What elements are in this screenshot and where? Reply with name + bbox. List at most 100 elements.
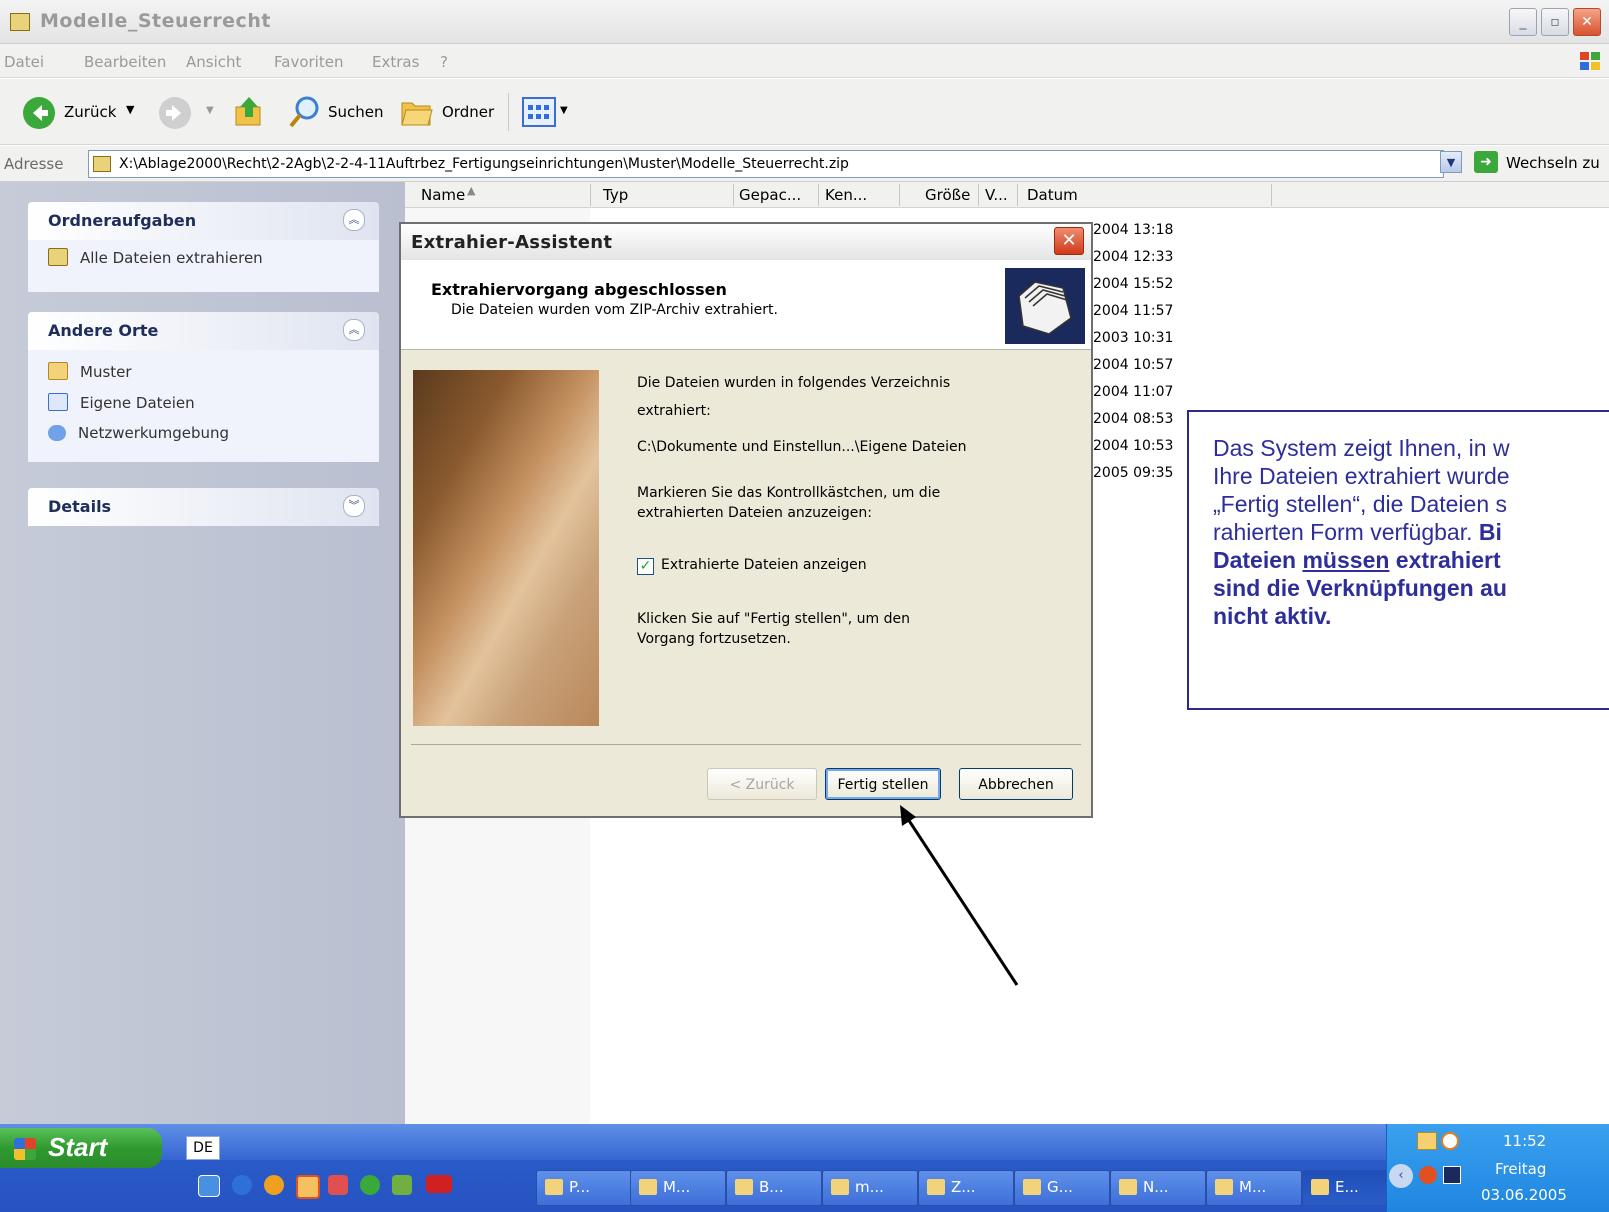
wizard-text-line: extrahiert:: [637, 403, 711, 419]
quicklaunch-app-icon[interactable]: [198, 1175, 220, 1197]
column-separator: [978, 184, 979, 206]
file-date[interactable]: 2004 08:53: [1093, 411, 1173, 427]
details-header[interactable]: Details ︾: [28, 488, 379, 526]
column-date[interactable]: Datum: [1027, 186, 1078, 204]
tool-icon[interactable]: [392, 1175, 412, 1195]
menu-help[interactable]: ?: [440, 53, 448, 71]
db-icon[interactable]: [426, 1175, 452, 1193]
place-muster[interactable]: Muster: [48, 362, 132, 381]
go-button-label[interactable]: Wechseln zu: [1506, 154, 1600, 172]
folder-up-icon[interactable]: [234, 95, 264, 129]
file-date[interactable]: 2004 12:33: [1093, 249, 1173, 265]
tray-monitor-icon[interactable]: [1443, 1166, 1461, 1184]
column-type[interactable]: Typ: [603, 186, 628, 204]
cancel-button[interactable]: Abbrechen: [959, 768, 1073, 800]
forward-arrow-icon[interactable]: [158, 96, 192, 130]
menu-extras[interactable]: Extras: [372, 53, 419, 71]
taskbar-button[interactable]: m...: [822, 1170, 918, 1206]
column-size[interactable]: Größe: [925, 186, 970, 204]
back-button-label[interactable]: Zurück: [64, 103, 116, 121]
outlook-icon[interactable]: [296, 1175, 320, 1199]
minimize-button[interactable]: _: [1509, 8, 1537, 36]
column-name[interactable]: Name: [421, 186, 465, 204]
taskbar-button[interactable]: B...: [726, 1170, 822, 1206]
column-packed[interactable]: Gepac...: [739, 186, 801, 204]
wizard-text-line: Vorgang fortzusetzen.: [637, 631, 791, 647]
internet-explorer-icon[interactable]: [232, 1175, 252, 1195]
back-dropdown-icon[interactable]: ▼: [126, 103, 134, 116]
file-date[interactable]: 2004 10:53: [1093, 438, 1173, 454]
search-button-label[interactable]: Suchen: [328, 103, 384, 121]
back-button[interactable]: < Zurück: [707, 768, 817, 800]
toolbar-separator: [508, 93, 509, 131]
show-files-checkbox-label[interactable]: Extrahierte Dateien anzeigen: [661, 557, 867, 573]
taskbar-button[interactable]: P...: [536, 1170, 632, 1206]
menu-ansicht[interactable]: Ansicht: [186, 53, 241, 71]
menu-datei[interactable]: Datei: [4, 53, 44, 71]
place-network[interactable]: Netzwerkumgebung: [48, 424, 229, 442]
maximize-button[interactable]: ▫: [1541, 8, 1569, 36]
column-ratio[interactable]: V...: [985, 186, 1008, 204]
tray-app-icon[interactable]: [1419, 1166, 1437, 1184]
folders-button-label[interactable]: Ordner: [442, 103, 494, 121]
file-date[interactable]: 2004 15:52: [1093, 276, 1173, 292]
go-arrow-icon[interactable]: ➜: [1474, 151, 1498, 173]
taskbar-button[interactable]: M...: [1206, 1170, 1302, 1206]
file-date[interactable]: 2004 10:57: [1093, 357, 1173, 373]
finish-button[interactable]: Fertig stellen: [825, 768, 941, 800]
forward-dropdown-icon[interactable]: ▼: [206, 105, 214, 116]
collapse-chevron-icon[interactable]: ︽: [343, 209, 365, 231]
show-files-checkbox[interactable]: ✓: [637, 558, 654, 575]
search-icon[interactable]: [288, 95, 322, 129]
play-icon[interactable]: [360, 1175, 380, 1195]
folder-tasks-header[interactable]: Ordneraufgaben ︽: [28, 202, 379, 240]
taskbar-upper-row: [0, 1124, 1609, 1160]
menu-favoriten[interactable]: Favoriten: [274, 53, 343, 71]
taskbar-button[interactable]: N...: [1110, 1170, 1206, 1206]
wizard-text-line: Markieren Sie das Kontrollkästchen, um d…: [637, 485, 941, 501]
extract-all-link[interactable]: Alle Dateien extrahieren: [48, 248, 263, 267]
clock-time[interactable]: 11:52: [1503, 1132, 1546, 1150]
back-arrow-icon[interactable]: [22, 96, 56, 130]
details-title: Details: [48, 497, 112, 516]
menu-bearbeiten[interactable]: Bearbeiten: [84, 53, 166, 71]
taskbar-button[interactable]: M...: [630, 1170, 726, 1206]
collapse-chevron-icon[interactable]: ︽: [343, 319, 365, 341]
taskbar-button-active[interactable]: E...: [1302, 1170, 1398, 1206]
zip-folder-icon: [10, 13, 30, 31]
media-player-icon[interactable]: [264, 1175, 284, 1195]
file-date[interactable]: 2003 10:31: [1093, 330, 1173, 346]
start-button[interactable]: Start: [0, 1128, 162, 1168]
language-indicator[interactable]: DE: [186, 1136, 220, 1160]
file-date[interactable]: 2005 09:35: [1093, 465, 1173, 481]
tray-expand-icon[interactable]: ‹: [1389, 1164, 1413, 1188]
wizard-target-path: C:\Dokumente und Einstellun...\Eigene Da…: [637, 439, 967, 455]
other-places-header[interactable]: Andere Orte ︽: [28, 312, 379, 350]
callout-line-bold: nicht aktiv.: [1213, 603, 1332, 629]
taskbar-button[interactable]: Z...: [918, 1170, 1014, 1206]
folders-icon[interactable]: [400, 97, 434, 127]
view-dropdown-icon[interactable]: ▼: [560, 105, 568, 116]
address-dropdown-icon[interactable]: ▼: [1440, 151, 1462, 173]
start-button-label[interactable]: Start: [48, 1132, 107, 1163]
column-protected[interactable]: Ken...: [825, 186, 867, 204]
expand-chevron-icon[interactable]: ︾: [343, 495, 365, 517]
callout-line: nicht aktiv.: [1213, 602, 1609, 630]
mail-icon[interactable]: [1417, 1132, 1437, 1150]
place-eigene-dateien[interactable]: Eigene Dateien: [48, 393, 195, 412]
wizard-close-button[interactable]: ✕: [1054, 227, 1084, 255]
file-date[interactable]: 2004 11:07: [1093, 384, 1173, 400]
clock-day: Freitag: [1495, 1160, 1547, 1178]
view-options-icon[interactable]: [522, 97, 556, 127]
task-pane: Ordneraufgaben ︽ Alle Dateien extrahiere…: [0, 182, 405, 1124]
extraction-wizard-dialog: Extrahier-Assistent ✕ Extrahiervorgang a…: [399, 222, 1093, 818]
file-date[interactable]: 2004 13:18: [1093, 222, 1173, 238]
wizard-subheading: Die Dateien wurden vom ZIP-Archiv extrah…: [451, 302, 778, 318]
address-path[interactable]: X:\Ablage2000\Recht\2-2Agb\2-2-4-11Auftr…: [119, 156, 849, 172]
calendar-icon[interactable]: [328, 1175, 348, 1195]
address-input[interactable]: X:\Ablage2000\Recht\2-2Agb\2-2-4-11Auftr…: [88, 150, 1444, 178]
clock-icon[interactable]: [1441, 1132, 1459, 1150]
taskbar-button[interactable]: G...: [1014, 1170, 1110, 1206]
file-date[interactable]: 2004 11:57: [1093, 303, 1173, 319]
close-button[interactable]: ✕: [1573, 8, 1601, 36]
